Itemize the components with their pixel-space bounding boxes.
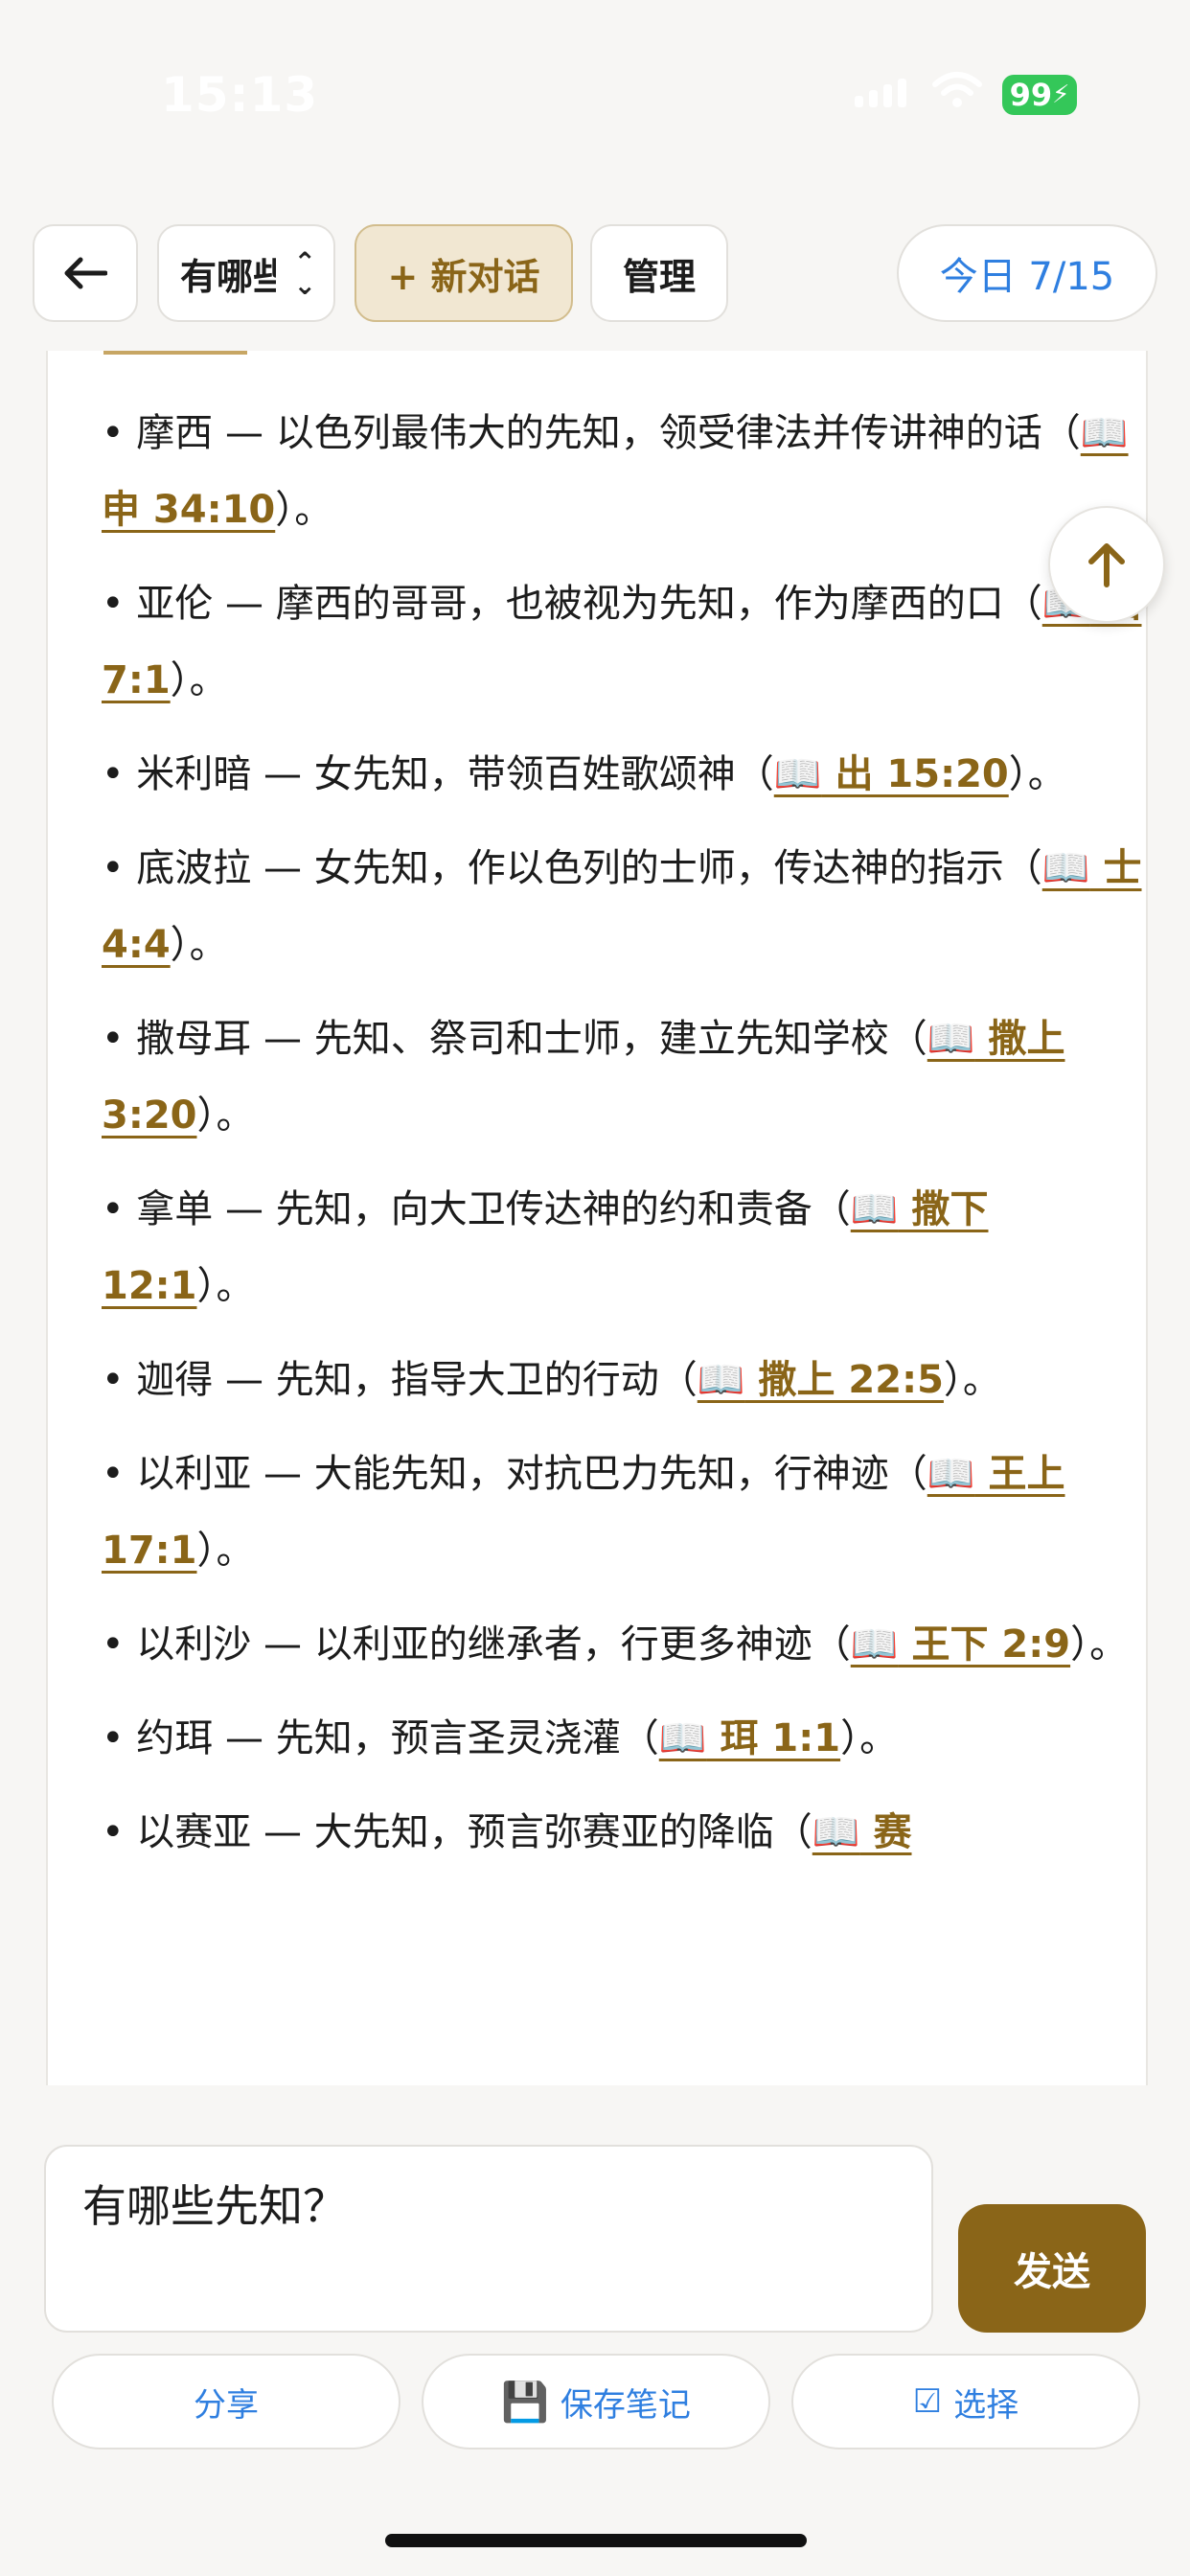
battery-level: 99 bbox=[1009, 77, 1053, 113]
scripture-reference-text: 撒上 22:5 bbox=[758, 1358, 944, 1402]
prophet-description: • 约珥 — 先知，预言圣灵浇灌（ bbox=[102, 1716, 659, 1760]
scroll-to-top-button[interactable] bbox=[1048, 506, 1165, 623]
list-item: • 底波拉 — 女先知，作以色列的士师，传达神的指示（📖 士 4:4）。 bbox=[102, 830, 1146, 983]
scripture-reference-text: 出 15:20 bbox=[835, 752, 1009, 796]
back-button[interactable] bbox=[33, 224, 138, 322]
battery-indicator: 99 ⚡ bbox=[1002, 75, 1077, 115]
book-icon: 📖 bbox=[927, 1017, 975, 1061]
list-item: • 亚伦 — 摩西的哥哥，也被视为先知，作为摩西的口（📖 出 7:1）。 bbox=[102, 565, 1146, 719]
share-label: 分享 bbox=[194, 2385, 259, 2425]
closing-punctuation: ）。 bbox=[1008, 752, 1066, 796]
prophet-description: • 以利亚 — 大能先知，对抗巴力先知，行神迹（ bbox=[102, 1452, 927, 1496]
share-button[interactable]: 分享 bbox=[52, 2354, 400, 2450]
list-item: • 以利沙 — 以利亚的继承者，行更多神迹（📖 王下 2:9）。 bbox=[102, 1606, 1146, 1683]
floppy-disk-icon: 💾 bbox=[501, 2380, 549, 2425]
closing-punctuation: ）。 bbox=[275, 488, 333, 532]
book-icon: 📖 bbox=[697, 1358, 745, 1402]
list-item: • 摩西 — 以色列最伟大的先知，领受律法并传讲神的话（📖 申 34:10）。 bbox=[102, 395, 1146, 548]
scripture-reference-link[interactable]: 📖 赛 bbox=[812, 1810, 912, 1854]
scripture-reference-link[interactable]: 📖 珥 1:1 bbox=[659, 1716, 840, 1760]
conversation-select[interactable]: 有哪些先知？ ⌃⌄ bbox=[157, 224, 335, 322]
scripture-reference-link[interactable]: 📖 王下 2:9 bbox=[851, 1622, 1070, 1667]
status-time: 15:13 bbox=[161, 67, 319, 123]
prophet-description: • 米利暗 — 女先知，带领百姓歌颂神（ bbox=[102, 752, 774, 796]
scripture-reference-text: 珥 1:1 bbox=[720, 1716, 841, 1760]
select-button[interactable]: ☑ 选择 bbox=[791, 2354, 1140, 2450]
scripture-reference-text: 赛 bbox=[873, 1810, 912, 1854]
prophet-description: • 以利沙 — 以利亚的继承者，行更多神迹（ bbox=[102, 1622, 851, 1667]
prophet-description: • 底波拉 — 女先知，作以色列的士师，传达神的指示（ bbox=[102, 846, 1042, 890]
prophet-description: • 摩西 — 以色列最伟大的先知，领受律法并传讲神的话（ bbox=[102, 411, 1081, 455]
home-indicator bbox=[385, 2534, 807, 2547]
closing-punctuation: ）。 bbox=[170, 923, 228, 967]
book-icon: 📖 bbox=[773, 752, 822, 796]
list-item: • 以赛亚 — 大先知，预言弥赛亚的降临（📖 赛 bbox=[102, 1794, 1146, 1871]
closing-punctuation: ）。 bbox=[196, 1093, 255, 1138]
list-item: • 米利暗 — 女先知，带领百姓歌颂神（📖 出 15:20）。 bbox=[102, 736, 1146, 813]
arrow-up-icon bbox=[1088, 543, 1125, 587]
new-chat-button[interactable]: + 新对话 bbox=[355, 224, 573, 322]
select-label: 选择 bbox=[953, 2385, 1019, 2425]
book-icon: 📖 bbox=[1080, 411, 1129, 455]
book-icon: 📖 bbox=[1041, 846, 1090, 890]
closing-punctuation: ）。 bbox=[196, 1529, 255, 1573]
list-item: • 约珥 — 先知，预言圣灵浇灌（📖 珥 1:1）。 bbox=[102, 1700, 1146, 1777]
prophet-description: • 拿单 — 先知，向大卫传达神的约和责备（ bbox=[102, 1187, 851, 1231]
arrow-left-icon bbox=[64, 257, 107, 289]
today-count-button[interactable]: 今日 7/15 bbox=[897, 224, 1157, 322]
conversation-select-value: 有哪些先知？ bbox=[180, 255, 276, 298]
wifi-icon bbox=[932, 72, 982, 107]
message-input[interactable]: 有哪些先知？ bbox=[44, 2145, 933, 2333]
prophet-description: • 亚伦 — 摩西的哥哥，也被视为先知，作为摩西的口（ bbox=[102, 582, 1042, 626]
closing-punctuation: ）。 bbox=[840, 1716, 899, 1760]
scripture-reference-text: 申 34:10 bbox=[102, 488, 276, 532]
book-icon: 📖 bbox=[850, 1187, 899, 1231]
book-icon: 📖 bbox=[927, 1452, 975, 1496]
prophet-list: • 摩西 — 以色列最伟大的先知，领受律法并传讲神的话（📖 申 34:10）。 •… bbox=[102, 395, 1146, 1888]
save-note-label: 保存笔记 bbox=[560, 2385, 691, 2425]
send-button[interactable]: 发送 bbox=[958, 2204, 1146, 2333]
scripture-reference-link[interactable]: 📖 出 15:20 bbox=[774, 752, 1009, 796]
list-item: • 迦得 — 先知，指导大卫的行动（📖 撒上 22:5）。 bbox=[102, 1342, 1146, 1418]
prophet-description: • 撒母耳 — 先知、祭司和士师，建立先知学校（ bbox=[102, 1017, 927, 1061]
checkbox-icon: ☑ bbox=[912, 2382, 943, 2421]
prophet-description: • 迦得 — 先知，指导大卫的行动（ bbox=[102, 1358, 698, 1402]
book-icon: 📖 bbox=[850, 1622, 899, 1667]
closing-punctuation: ）。 bbox=[1070, 1622, 1129, 1667]
closing-punctuation: ）。 bbox=[943, 1358, 1001, 1402]
signal-icon bbox=[855, 79, 906, 107]
scripture-reference-text: 王下 2:9 bbox=[911, 1622, 1071, 1667]
save-note-button[interactable]: 💾 保存笔记 bbox=[422, 2354, 770, 2450]
list-item: • 拿单 — 先知，向大卫传达神的约和责备（📖 撒下 12:1）。 bbox=[102, 1171, 1146, 1324]
prior-link-underline bbox=[103, 351, 247, 355]
scripture-reference-link[interactable]: 📖 撒上 22:5 bbox=[698, 1358, 944, 1402]
chevron-updown-icon: ⌃ ⌄ bbox=[293, 246, 316, 301]
closing-punctuation: ）。 bbox=[170, 658, 228, 702]
book-icon: 📖 bbox=[812, 1810, 860, 1854]
list-item: • 撒母耳 — 先知、祭司和士师，建立先知学校（📖 撒上 3:20）。 bbox=[102, 1000, 1146, 1154]
prophet-description: • 以赛亚 — 大先知，预言弥赛亚的降临（ bbox=[102, 1810, 812, 1854]
manage-button[interactable]: 管理 bbox=[590, 224, 728, 322]
answer-card: • 摩西 — 以色列最伟大的先知，领受律法并传讲神的话（📖 申 34:10）。 •… bbox=[46, 351, 1148, 2085]
book-icon: 📖 bbox=[658, 1716, 707, 1760]
closing-punctuation: ）。 bbox=[196, 1264, 255, 1308]
list-item: • 以利亚 — 大能先知，对抗巴力先知，行神迹（📖 王上 17:1）。 bbox=[102, 1436, 1146, 1589]
